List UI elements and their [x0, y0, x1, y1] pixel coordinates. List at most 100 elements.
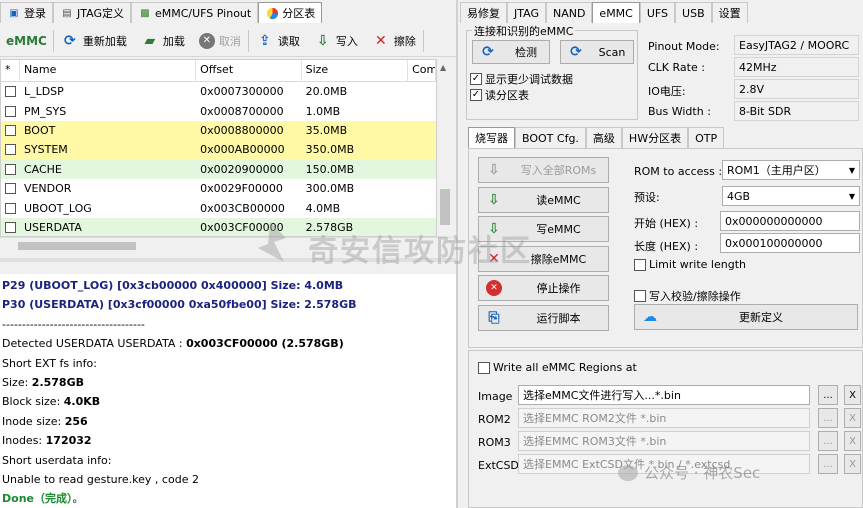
checkmark-icon: ✓	[470, 89, 482, 101]
tab-easy-repair[interactable]: 易修复	[460, 2, 507, 23]
row-checkbox[interactable]	[1, 82, 20, 101]
browse-button[interactable]: ...	[818, 454, 838, 474]
tab-programmer[interactable]: 烧写器	[468, 127, 515, 148]
row-checkbox[interactable]	[1, 140, 20, 159]
jtag-icon: ▤	[62, 7, 72, 19]
tab-settings[interactable]: 设置	[711, 2, 748, 23]
write-button[interactable]: ⇩ 写入	[307, 27, 365, 55]
table-row[interactable]: CACHE 0x0020900000 150.0MB	[1, 159, 436, 179]
show-less-debug-checkbox[interactable]: ✓ 显示更少调试数据	[470, 71, 573, 87]
table-body: L_LDSP 0x0007300000 20.0MB PM_SYS 0x00087000…	[1, 82, 436, 236]
col-header-name[interactable]: Name	[20, 60, 197, 82]
log-text: Size: 4.0MB	[270, 279, 344, 292]
tab-ufs[interactable]: UFS	[639, 2, 676, 23]
read-emmc-button[interactable]: ⇩ 读eMMC	[478, 186, 609, 213]
table-row[interactable]: USERDATA 0x003CF00000 2.578GB	[1, 217, 436, 236]
log-line: Size: 2.578GB	[2, 373, 454, 392]
region-file-input[interactable]: 选择EMMC ROM3文件 *.bin	[518, 431, 810, 451]
preset-select[interactable]: 4GB ▼	[722, 186, 860, 206]
tab-jtag-definition[interactable]: ▤ JTAG定义	[53, 2, 131, 23]
length-hex-input[interactable]: 0x000100000000	[720, 233, 860, 253]
erase-button[interactable]: ✕ 擦除	[365, 27, 423, 55]
tab-boot-cfg[interactable]: BOOT Cfg.	[515, 127, 586, 148]
col-header-comment[interactable]: Com	[408, 60, 436, 82]
tab-advanced[interactable]: 高级	[585, 127, 622, 148]
load-button[interactable]: ▰ 加载	[134, 27, 192, 55]
col-header-size[interactable]: Size	[302, 60, 409, 82]
col-header-offset[interactable]: Offset	[196, 60, 302, 82]
row-checkbox[interactable]	[1, 160, 20, 179]
stop-operation-button[interactable]: ✕ 停止操作	[478, 275, 609, 301]
table-row[interactable]: VENDOR 0x0029F00000 300.0MB	[1, 179, 436, 198]
table-horizontal-scrollbar[interactable]	[0, 237, 453, 253]
table-row[interactable]: PM_SYS 0x0008700000 1.0MB	[1, 101, 436, 120]
tab-emmc[interactable]: eMMC	[592, 2, 640, 23]
row-checkbox[interactable]	[1, 218, 20, 236]
update-definition-button[interactable]: ☁ 更新定义	[634, 304, 858, 330]
partition-comment	[408, 218, 436, 236]
log-text: 172032	[45, 434, 92, 448]
row-checkbox[interactable]	[1, 179, 20, 198]
scan-button[interactable]: ⟳ Scan	[560, 40, 634, 64]
start-hex-input[interactable]: 0x000000000000	[720, 211, 860, 231]
table-row[interactable]: UBOOT_LOG 0x003CB00000 4.0MB	[1, 198, 436, 217]
right-tab-bar: 易修复 JTAG NAND eMMC UFS USB 设置	[460, 2, 748, 23]
reload-button[interactable]: ⟳ 重新加载	[54, 27, 134, 55]
tab-otp[interactable]: OTP	[688, 127, 725, 148]
log-text: P30 (USERDATA) [0x3cf00000 0xa50fbe00]	[2, 298, 271, 312]
table-row[interactable]: BOOT 0x0008800000 35.0MB	[1, 120, 436, 141]
clear-button[interactable]: X	[844, 454, 861, 474]
read-button[interactable]: ⇪ 读取	[249, 27, 307, 55]
scroll-thumb[interactable]	[440, 189, 450, 225]
write-emmc-button[interactable]: ⇩ 写eMMC	[478, 216, 609, 242]
table-row[interactable]: SYSTEM 0x000AB00000 350.0MB	[1, 140, 436, 160]
browse-button[interactable]: ...	[818, 408, 838, 428]
log-line: Short userdata info:	[2, 451, 454, 470]
partition-table: * Name Offset Size Com L_LDSP 0x000730000…	[0, 59, 437, 237]
scroll-thumb[interactable]	[18, 242, 136, 250]
clear-button[interactable]: X	[844, 408, 861, 428]
table-row[interactable]: L_LDSP 0x0007300000 20.0MB	[1, 82, 436, 101]
detect-button[interactable]: ⟳ 检测	[472, 40, 550, 64]
log-line: Inode size: 256	[2, 412, 454, 431]
read-partition-checkbox[interactable]: ✓ 读分区表	[470, 87, 529, 103]
row-checkbox[interactable]	[1, 198, 20, 217]
run-script-button[interactable]: ⎘ 运行脚本	[478, 304, 609, 331]
limit-write-length-checkbox[interactable]: Limit write length	[634, 258, 746, 271]
partition-toolbar: eMMC ⟳ 重新加载 ▰ 加载 ✕ 取消 ⇪ 读取 ⇩ 写入 ✕ 擦除	[0, 25, 456, 57]
log-panel: P29 (UBOOT_LOG) [0x3cb00000 0x400000] Si…	[0, 274, 456, 508]
partition-comment	[408, 121, 436, 140]
log-text: 4.0KB	[63, 395, 101, 409]
tab-hw-partition[interactable]: HW分区表	[621, 127, 689, 148]
write-verify-checkbox[interactable]: 写入校验/擦除操作	[634, 288, 741, 304]
region-file-input[interactable]: 选择EMMC ROM2文件 *.bin	[518, 408, 810, 428]
tab-emmc-ufs-pinout[interactable]: ▩ eMMC/UFS Pinout	[130, 2, 259, 23]
write-all-regions-checkbox[interactable]: Write all eMMC Regions at	[478, 361, 637, 374]
cancel-button[interactable]: ✕ 取消	[192, 27, 248, 55]
log-line: ------------------------------------	[2, 315, 454, 334]
browse-button[interactable]: ...	[818, 431, 838, 451]
tab-nand[interactable]: NAND	[545, 2, 593, 23]
clear-button[interactable]: X	[844, 385, 861, 405]
cloud-upload-icon: ☁	[643, 309, 657, 325]
col-header-select[interactable]: *	[1, 60, 20, 82]
row-checkbox[interactable]	[1, 121, 20, 140]
partition-offset: 0x0020900000	[200, 162, 284, 176]
write-all-roms-button[interactable]: ⇩ 写入全部ROMs	[478, 157, 609, 183]
row-checkbox[interactable]	[1, 101, 20, 120]
table-vertical-scrollbar[interactable]: ▲	[437, 59, 453, 237]
rom-access-select[interactable]: ROM1（主用户区） ▼	[722, 160, 860, 180]
log-text: Block size:	[2, 395, 64, 409]
tab-login[interactable]: ▣ 登录	[0, 2, 53, 23]
cancel-icon: ✕	[198, 32, 215, 49]
splitter[interactable]	[0, 258, 456, 262]
partition-size: 300.0MB	[305, 182, 355, 196]
tab-jtag[interactable]: JTAG	[507, 2, 546, 23]
tab-usb[interactable]: USB	[675, 2, 712, 23]
scroll-up-arrow[interactable]: ▲	[440, 63, 446, 72]
tab-partition-table[interactable]: 分区表	[258, 2, 323, 23]
clear-button[interactable]: X	[844, 431, 861, 451]
region-file-input[interactable]: 选择eMMC文件进行写入...*.bin	[518, 385, 810, 405]
browse-button[interactable]: ...	[818, 385, 838, 405]
erase-emmc-button[interactable]: ✕ 擦除eMMC	[478, 245, 609, 272]
